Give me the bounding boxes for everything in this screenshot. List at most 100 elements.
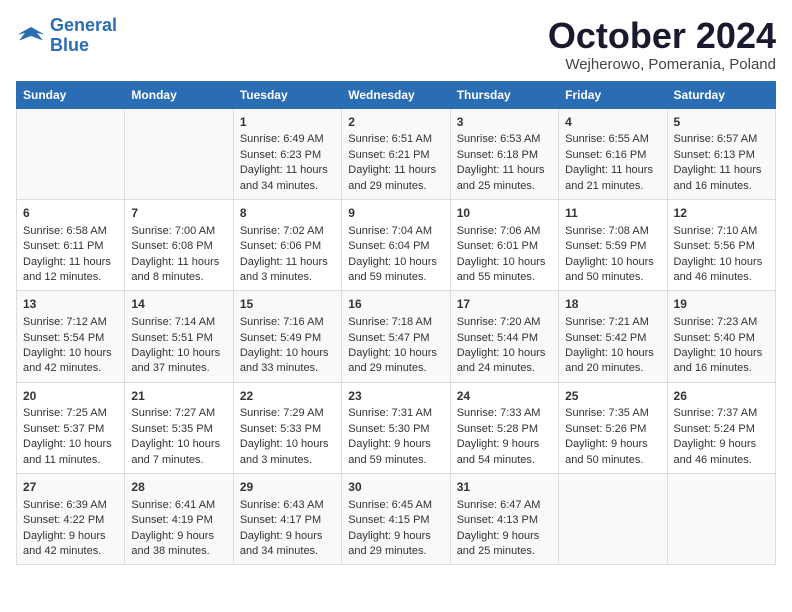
logo-text: General Blue xyxy=(50,16,117,56)
day-info: Sunrise: 7:29 AM xyxy=(240,406,335,421)
day-info: Sunset: 5:51 PM xyxy=(131,331,226,346)
day-info: and 25 minutes. xyxy=(457,179,552,194)
day-cell: 13Sunrise: 7:12 AMSunset: 5:54 PMDayligh… xyxy=(17,291,125,382)
day-cell: 20Sunrise: 7:25 AMSunset: 5:37 PMDayligh… xyxy=(17,382,125,473)
day-info: Daylight: 10 hours xyxy=(240,346,335,361)
day-cell: 30Sunrise: 6:45 AMSunset: 4:15 PMDayligh… xyxy=(342,474,450,565)
day-cell: 31Sunrise: 6:47 AMSunset: 4:13 PMDayligh… xyxy=(450,474,558,565)
day-cell: 6Sunrise: 6:58 AMSunset: 6:11 PMDaylight… xyxy=(17,199,125,290)
day-info: Sunset: 5:56 PM xyxy=(674,239,769,254)
day-info: Daylight: 10 hours xyxy=(674,346,769,361)
day-info: Sunset: 5:40 PM xyxy=(674,331,769,346)
day-info: and 59 minutes. xyxy=(348,270,443,285)
day-info: Sunrise: 6:55 AM xyxy=(565,132,660,147)
day-info: and 21 minutes. xyxy=(565,179,660,194)
day-info: Daylight: 9 hours xyxy=(348,529,443,544)
day-cell: 11Sunrise: 7:08 AMSunset: 5:59 PMDayligh… xyxy=(559,199,667,290)
day-number: 15 xyxy=(240,296,335,313)
column-header-friday: Friday xyxy=(559,81,667,108)
day-info: and 50 minutes. xyxy=(565,453,660,468)
location-subtitle: Wejherowo, Pomerania, Poland xyxy=(548,56,776,73)
day-info: Sunset: 6:06 PM xyxy=(240,239,335,254)
day-info: Sunrise: 7:33 AM xyxy=(457,406,552,421)
column-header-monday: Monday xyxy=(125,81,233,108)
day-info: Sunset: 4:15 PM xyxy=(348,513,443,528)
day-cell: 22Sunrise: 7:29 AMSunset: 5:33 PMDayligh… xyxy=(233,382,341,473)
day-cell: 2Sunrise: 6:51 AMSunset: 6:21 PMDaylight… xyxy=(342,108,450,199)
day-info: Sunrise: 7:10 AM xyxy=(674,224,769,239)
day-info: and 42 minutes. xyxy=(23,361,118,376)
day-info: Daylight: 9 hours xyxy=(457,437,552,452)
day-info: Sunset: 5:54 PM xyxy=(23,331,118,346)
day-info: Sunrise: 7:35 AM xyxy=(565,406,660,421)
day-cell: 26Sunrise: 7:37 AMSunset: 5:24 PMDayligh… xyxy=(667,382,775,473)
day-info: Sunrise: 7:04 AM xyxy=(348,224,443,239)
day-info: Sunrise: 7:20 AM xyxy=(457,315,552,330)
day-info: Daylight: 9 hours xyxy=(23,529,118,544)
day-number: 12 xyxy=(674,205,769,222)
day-info: and 11 minutes. xyxy=(23,453,118,468)
day-info: Daylight: 11 hours xyxy=(23,255,118,270)
day-info: Sunset: 6:16 PM xyxy=(565,148,660,163)
day-number: 22 xyxy=(240,388,335,405)
column-header-saturday: Saturday xyxy=(667,81,775,108)
day-info: Sunset: 5:33 PM xyxy=(240,422,335,437)
day-info: and 12 minutes. xyxy=(23,270,118,285)
day-cell: 19Sunrise: 7:23 AMSunset: 5:40 PMDayligh… xyxy=(667,291,775,382)
day-info: Sunrise: 7:06 AM xyxy=(457,224,552,239)
day-info: Sunrise: 6:43 AM xyxy=(240,498,335,513)
day-number: 2 xyxy=(348,114,443,131)
calendar-table: SundayMondayTuesdayWednesdayThursdayFrid… xyxy=(16,81,776,566)
month-title: October 2024 xyxy=(548,16,776,56)
day-cell xyxy=(559,474,667,565)
day-info: Sunrise: 7:31 AM xyxy=(348,406,443,421)
day-info: Sunrise: 7:02 AM xyxy=(240,224,335,239)
day-info: Sunset: 6:08 PM xyxy=(131,239,226,254)
day-cell: 17Sunrise: 7:20 AMSunset: 5:44 PMDayligh… xyxy=(450,291,558,382)
day-info: Sunset: 5:26 PM xyxy=(565,422,660,437)
day-info: Daylight: 9 hours xyxy=(565,437,660,452)
day-number: 3 xyxy=(457,114,552,131)
day-number: 26 xyxy=(674,388,769,405)
day-info: and 3 minutes. xyxy=(240,453,335,468)
day-info: Sunset: 5:37 PM xyxy=(23,422,118,437)
column-header-thursday: Thursday xyxy=(450,81,558,108)
day-info: Sunrise: 7:37 AM xyxy=(674,406,769,421)
day-info: and 34 minutes. xyxy=(240,179,335,194)
day-info: and 42 minutes. xyxy=(23,544,118,559)
day-info: Sunset: 6:13 PM xyxy=(674,148,769,163)
week-row-3: 13Sunrise: 7:12 AMSunset: 5:54 PMDayligh… xyxy=(17,291,776,382)
day-info: Daylight: 11 hours xyxy=(240,163,335,178)
day-info: Daylight: 10 hours xyxy=(23,346,118,361)
day-info: Sunrise: 6:51 AM xyxy=(348,132,443,147)
day-info: Sunset: 5:30 PM xyxy=(348,422,443,437)
week-row-1: 1Sunrise: 6:49 AMSunset: 6:23 PMDaylight… xyxy=(17,108,776,199)
day-info: Sunrise: 6:58 AM xyxy=(23,224,118,239)
day-number: 4 xyxy=(565,114,660,131)
day-info: Sunset: 6:18 PM xyxy=(457,148,552,163)
day-info: Sunrise: 6:39 AM xyxy=(23,498,118,513)
day-cell: 27Sunrise: 6:39 AMSunset: 4:22 PMDayligh… xyxy=(17,474,125,565)
day-number: 18 xyxy=(565,296,660,313)
day-info: Daylight: 9 hours xyxy=(348,437,443,452)
day-cell: 28Sunrise: 6:41 AMSunset: 4:19 PMDayligh… xyxy=(125,474,233,565)
day-info: Sunrise: 7:27 AM xyxy=(131,406,226,421)
day-cell xyxy=(17,108,125,199)
day-info: Daylight: 10 hours xyxy=(457,255,552,270)
day-number: 28 xyxy=(131,479,226,496)
day-info: and 7 minutes. xyxy=(131,453,226,468)
day-info: Sunset: 6:21 PM xyxy=(348,148,443,163)
day-info: Sunrise: 6:41 AM xyxy=(131,498,226,513)
day-info: Daylight: 11 hours xyxy=(131,255,226,270)
day-info: Daylight: 9 hours xyxy=(131,529,226,544)
day-cell: 10Sunrise: 7:06 AMSunset: 6:01 PMDayligh… xyxy=(450,199,558,290)
day-info: Daylight: 10 hours xyxy=(23,437,118,452)
column-header-wednesday: Wednesday xyxy=(342,81,450,108)
day-info: Daylight: 10 hours xyxy=(565,255,660,270)
day-cell: 5Sunrise: 6:57 AMSunset: 6:13 PMDaylight… xyxy=(667,108,775,199)
day-info: and 54 minutes. xyxy=(457,453,552,468)
day-info: and 8 minutes. xyxy=(131,270,226,285)
day-info: Daylight: 11 hours xyxy=(240,255,335,270)
day-number: 14 xyxy=(131,296,226,313)
day-info: and 29 minutes. xyxy=(348,361,443,376)
